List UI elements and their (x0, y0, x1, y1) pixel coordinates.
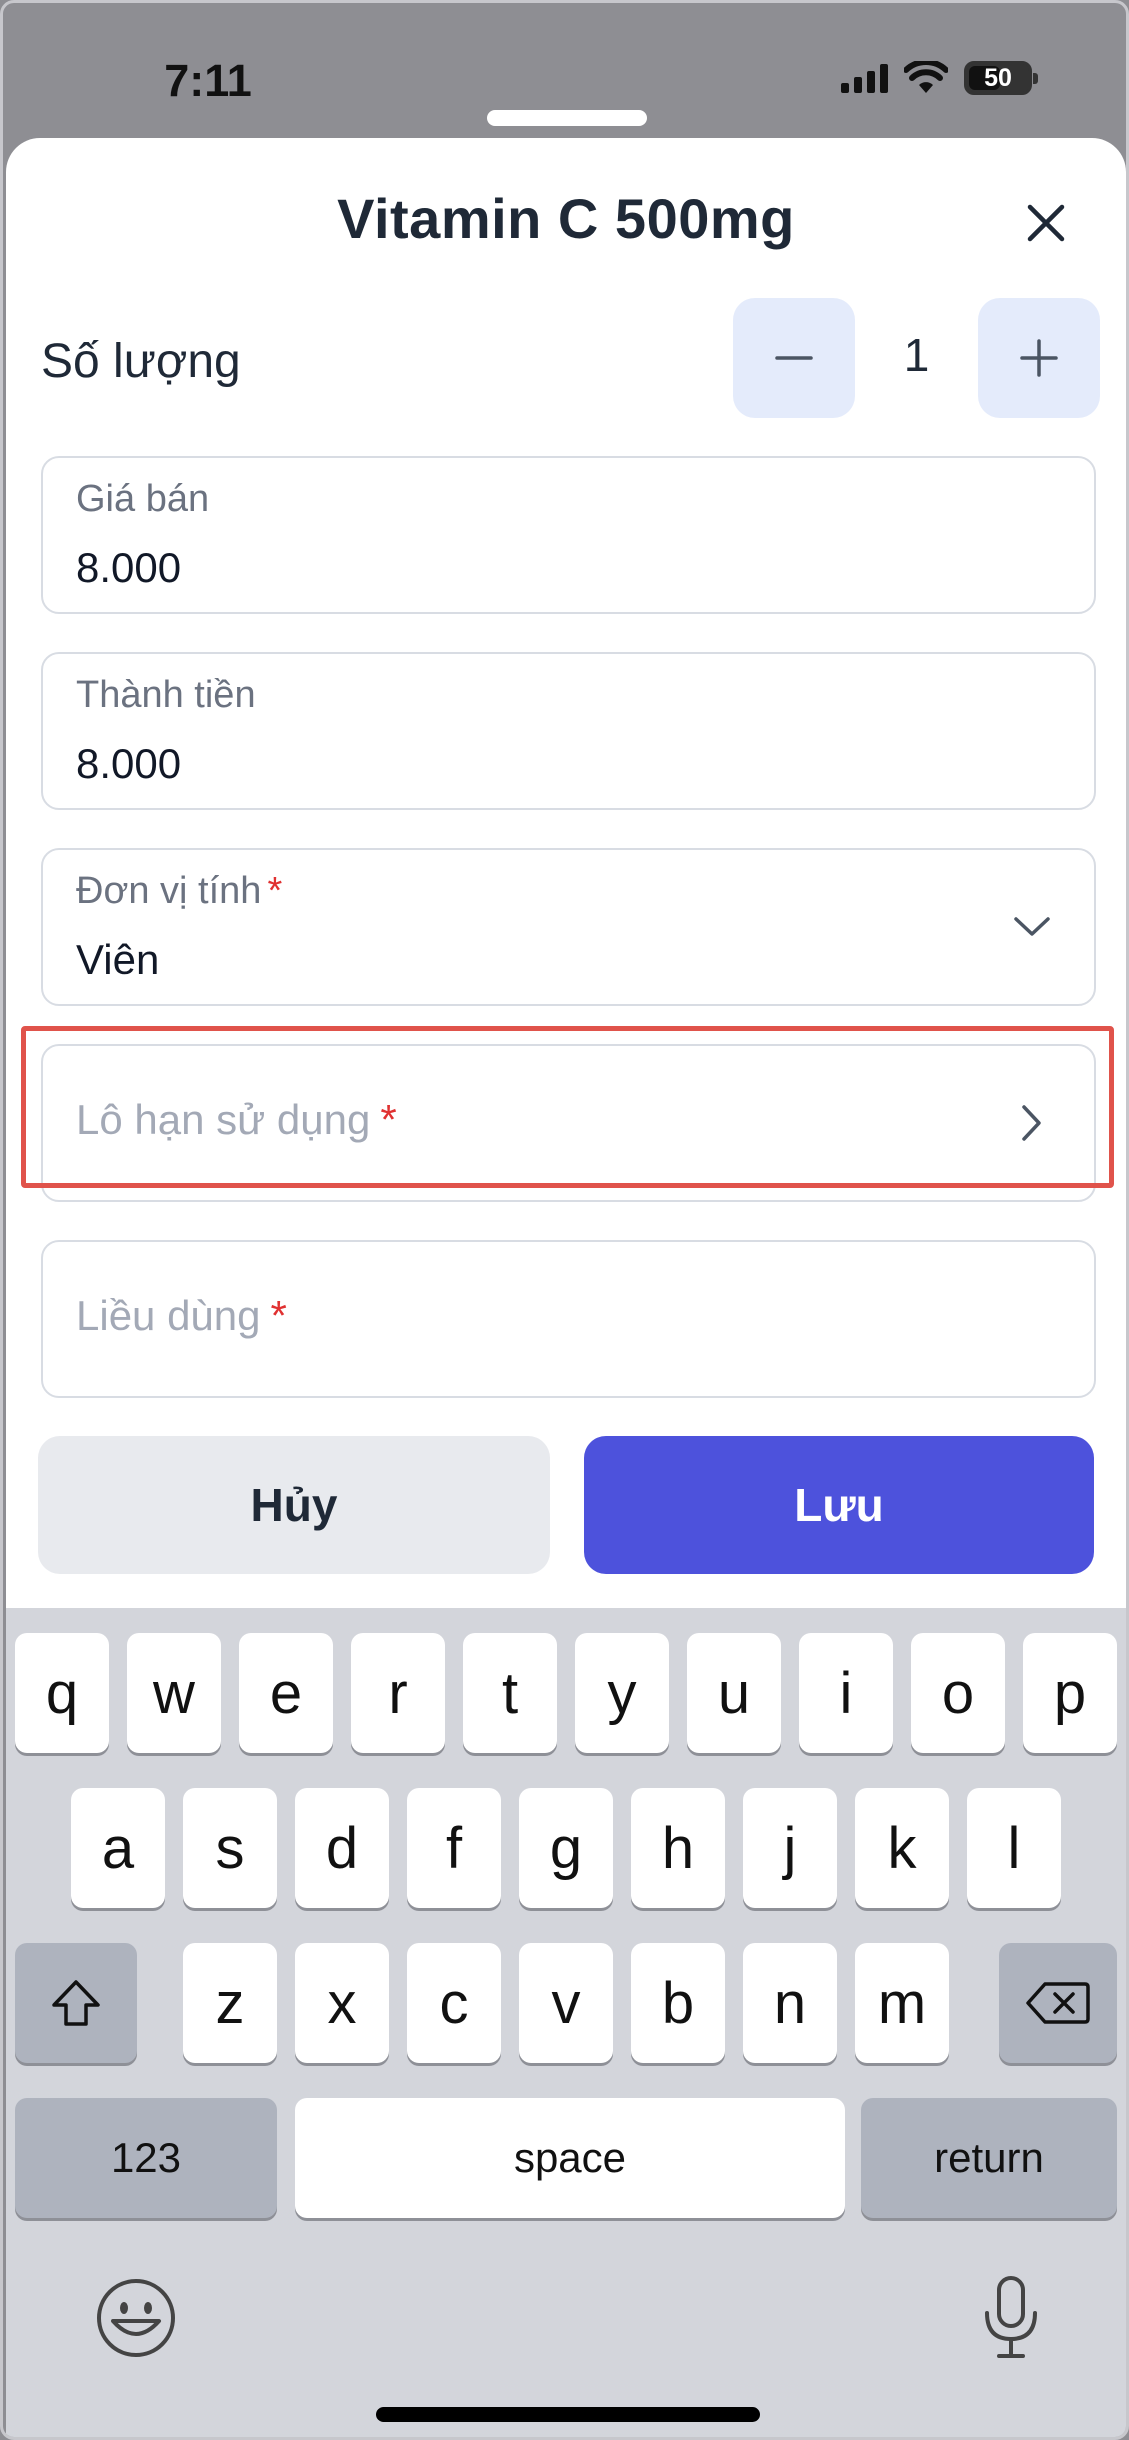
return-key[interactable]: return (861, 2098, 1117, 2218)
product-sheet: Vitamin C 500mg Số lượng 1 Giá bán 8.000 (6, 138, 1126, 1608)
unit-label: Đơn vị tính * (76, 870, 282, 913)
key-a[interactable]: a (71, 1788, 165, 1908)
numbers-key[interactable]: 123 (15, 2098, 277, 2218)
unit-label-text: Đơn vị tính (76, 870, 262, 912)
key-g[interactable]: g (519, 1788, 613, 1908)
status-bar: 7:11 50 (3, 3, 1126, 133)
sheet-grabber[interactable] (487, 110, 647, 126)
key-b[interactable]: b (631, 1943, 725, 2063)
keyboard: q w e r t y u i o p a s d f g h j k l z … (6, 1608, 1126, 2437)
batch-expiry-label: Lô hạn sử dụng (76, 1096, 371, 1143)
dictation-button[interactable] (966, 2273, 1056, 2363)
key-k[interactable]: k (855, 1788, 949, 1908)
key-j[interactable]: j (743, 1788, 837, 1908)
key-y[interactable]: y (575, 1633, 669, 1753)
required-marker: * (380, 1096, 397, 1143)
key-x[interactable]: x (295, 1943, 389, 2063)
required-marker: * (267, 870, 283, 912)
key-s[interactable]: s (183, 1788, 277, 1908)
quantity-label: Số lượng (41, 335, 241, 388)
batch-expiry-placeholder: Lô hạn sử dụng * (76, 1096, 397, 1144)
quantity-value[interactable]: 1 (855, 328, 978, 382)
price-label: Giá bán (76, 478, 210, 520)
key-n[interactable]: n (743, 1943, 837, 2063)
wifi-icon (904, 61, 948, 93)
key-h[interactable]: h (631, 1788, 725, 1908)
space-key[interactable]: space (295, 2098, 845, 2218)
key-u[interactable]: u (687, 1633, 781, 1753)
dosage-field[interactable]: Liều dùng * (41, 1240, 1096, 1398)
sheet-title: Vitamin C 500mg (337, 187, 795, 250)
key-w[interactable]: w (127, 1633, 221, 1753)
battery-icon: 50 (964, 61, 1038, 95)
cancel-button[interactable]: Hủy (38, 1436, 550, 1574)
battery-percent: 50 (984, 63, 1012, 92)
key-d[interactable]: d (295, 1788, 389, 1908)
key-l[interactable]: l (967, 1788, 1061, 1908)
quantity-row: Số lượng 1 (41, 298, 1100, 420)
unit-select[interactable]: Đơn vị tính * Viên (41, 848, 1096, 1006)
chevron-down-icon (1010, 905, 1054, 949)
key-m[interactable]: m (855, 1943, 949, 2063)
delete-icon (1026, 1982, 1090, 2024)
plus-icon (1020, 339, 1058, 377)
status-icons: 50 (841, 61, 1038, 95)
cellular-signal-icon (841, 63, 888, 93)
batch-expiry-field[interactable]: Lô hạn sử dụng * (41, 1044, 1096, 1202)
key-f[interactable]: f (407, 1788, 501, 1908)
chevron-right-icon (1010, 1101, 1054, 1145)
emoji-icon (97, 2279, 175, 2357)
price-value[interactable]: 8.000 (76, 544, 181, 592)
home-indicator[interactable] (376, 2407, 760, 2422)
key-p[interactable]: p (1023, 1633, 1117, 1753)
key-c[interactable]: c (407, 1943, 501, 2063)
increase-quantity-button[interactable] (978, 298, 1100, 418)
status-time: 7:11 (164, 55, 252, 106)
decrease-quantity-button[interactable] (733, 298, 855, 418)
required-marker: * (270, 1292, 287, 1339)
microphone-icon (985, 2276, 1037, 2358)
key-v[interactable]: v (519, 1943, 613, 2063)
total-value[interactable]: 8.000 (76, 740, 181, 788)
unit-value: Viên (76, 936, 160, 983)
close-button[interactable] (1016, 193, 1076, 253)
shift-key[interactable] (15, 1943, 137, 2063)
phone-screen: 7:11 50 Vitamin C 500mg Số lượng 1 Giá b… (0, 0, 1129, 2440)
key-o[interactable]: o (911, 1633, 1005, 1753)
key-q[interactable]: q (15, 1633, 109, 1753)
key-e[interactable]: e (239, 1633, 333, 1753)
close-icon (1027, 204, 1065, 242)
key-i[interactable]: i (799, 1633, 893, 1753)
dosage-placeholder: Liều dùng * (76, 1292, 287, 1340)
delete-key[interactable] (999, 1943, 1117, 2063)
minus-icon (775, 356, 813, 360)
key-t[interactable]: t (463, 1633, 557, 1753)
key-r[interactable]: r (351, 1633, 445, 1753)
shift-icon (52, 1980, 100, 2026)
save-button[interactable]: Lưu (584, 1436, 1094, 1574)
key-z[interactable]: z (183, 1943, 277, 2063)
price-field[interactable]: Giá bán 8.000 (41, 456, 1096, 614)
emoji-button[interactable] (91, 2273, 181, 2363)
total-field[interactable]: Thành tiền 8.000 (41, 652, 1096, 810)
dosage-label: Liều dùng (76, 1292, 261, 1339)
total-label: Thành tiền (76, 674, 256, 716)
